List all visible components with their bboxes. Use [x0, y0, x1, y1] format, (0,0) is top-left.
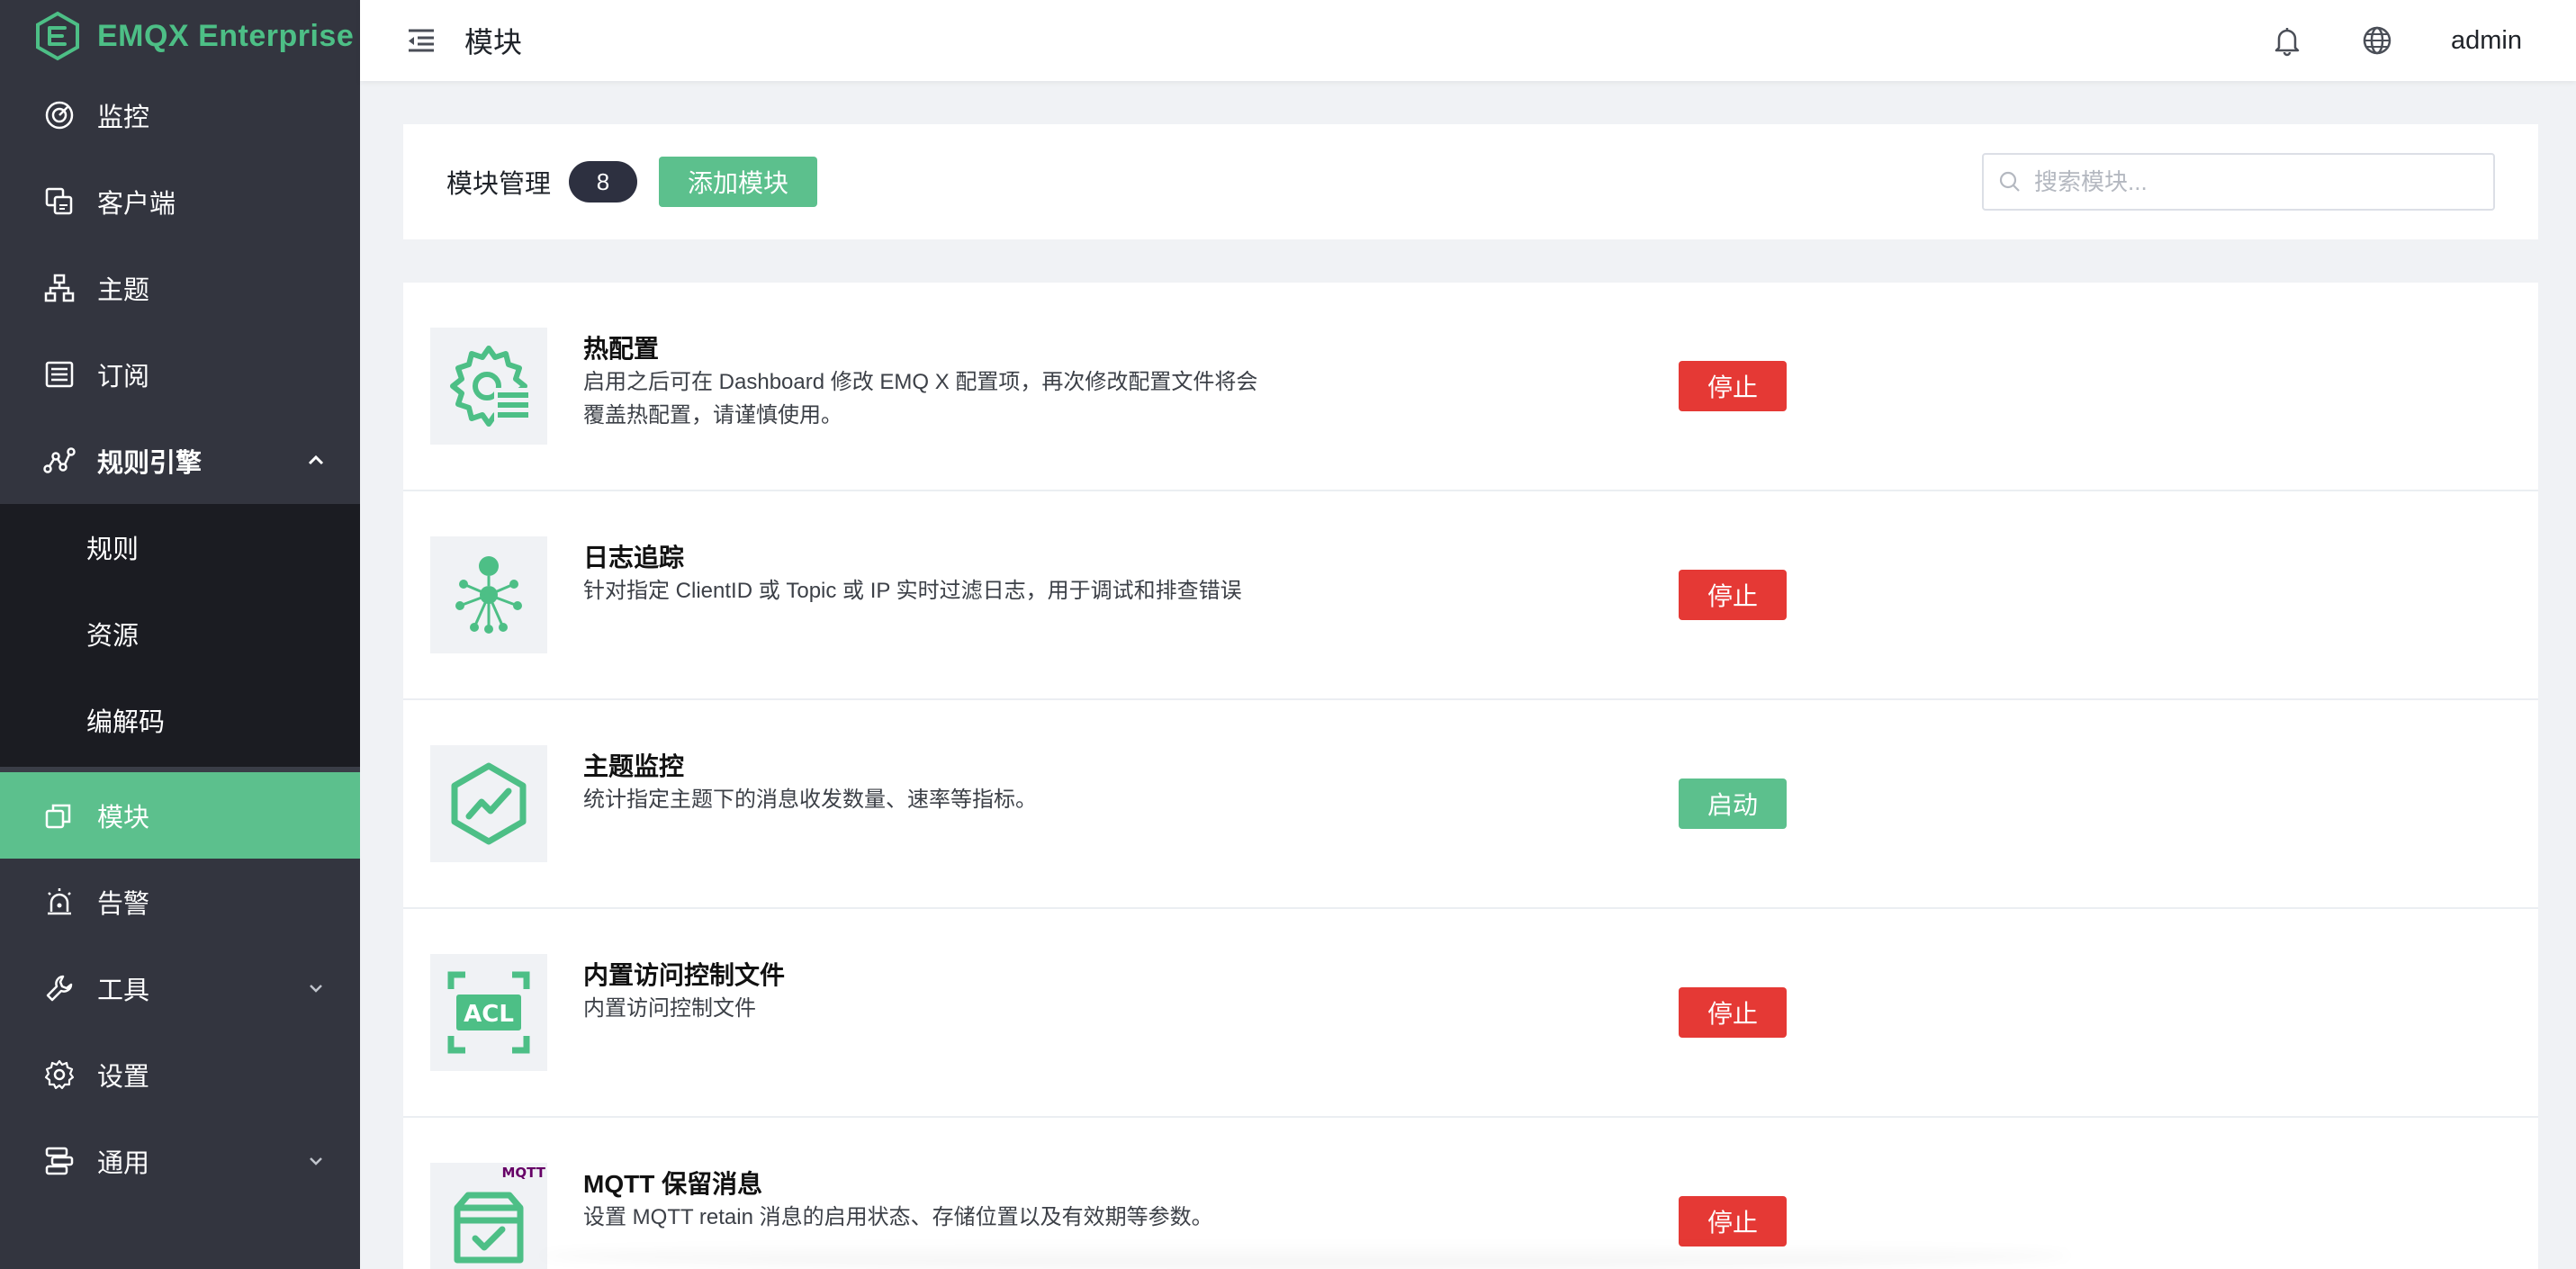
sidebar-item-label: 监控	[97, 104, 150, 132]
sidebar-item-tools[interactable]: 工具	[0, 945, 360, 1031]
module-description: 统计指定主题下的消息收发数量、速率等指标。	[583, 788, 1037, 812]
gear-icon	[43, 1058, 76, 1091]
sidebar-item-label: 设置	[97, 1063, 150, 1092]
sidebar-item-modules[interactable]: 模块	[0, 772, 360, 859]
sidebar-nav-lower: 模块 告警 工具 设置 通用	[0, 772, 360, 1204]
acl-icon-text: ACL	[464, 1001, 514, 1028]
submenu-item-codec[interactable]: 编解码	[0, 677, 360, 763]
clients-icon	[43, 185, 76, 218]
module-stop-button[interactable]: 停止	[1679, 987, 1787, 1038]
collapse-menu-icon[interactable]	[405, 24, 437, 57]
sidebar-item-settings[interactable]: 设置	[0, 1031, 360, 1118]
dashboard-gauge-icon	[43, 99, 76, 131]
chevron-down-icon	[310, 985, 322, 993]
sidebar-nav: 监控 客户端 主题 订阅 规则引擎	[0, 72, 360, 504]
submenu-item-rules[interactable]: 规则	[0, 504, 360, 590]
rule-engine-icon	[43, 445, 76, 477]
sidebar-item-label: 订阅	[97, 363, 150, 392]
sidebar-item-rule-engine[interactable]: 规则引擎	[0, 418, 360, 504]
module-row-hot-config: 热配置 启用之后可在 Dashboard 修改 EMQ X 配置项，再次修改配置…	[403, 283, 2538, 491]
add-module-button[interactable]: 添加模块	[659, 157, 818, 207]
mqtt-logo-text: MQTT	[502, 1165, 546, 1181]
top-header: 模块 admin	[360, 0, 2576, 81]
module-description: 启用之后可在 Dashboard 修改 EMQ X 配置项，再次修改配置文件将会…	[583, 370, 1258, 428]
sidebar-item-label: 通用	[97, 1149, 150, 1178]
sidebar-item-label: 主题	[97, 276, 150, 305]
sidebar-item-label: 客户端	[97, 190, 176, 219]
page-title: 模块	[464, 26, 523, 58]
module-row-acl-file: ACL 内置访问控制文件 内置访问控制文件 停止	[403, 909, 2538, 1118]
hot-config-gear-icon	[430, 328, 547, 445]
wrench-icon	[43, 972, 76, 1004]
module-name: MQTT 保留消息	[583, 1170, 763, 1198]
scroll-shadow	[540, 1242, 2070, 1269]
module-stop-button[interactable]: 停止	[1679, 570, 1787, 620]
general-icon	[43, 1145, 76, 1177]
modules-management-label: 模块管理	[446, 170, 552, 199]
module-name: 日志追踪	[583, 544, 685, 572]
modules-toolbar: 模块管理 8 添加模块	[403, 124, 2538, 239]
brand[interactable]: EMQX Enterprise	[0, 0, 360, 72]
module-name: 内置访问控制文件	[583, 961, 786, 989]
module-row-topic-monitor: 主题监控 统计指定主题下的消息收发数量、速率等指标。 启动	[403, 700, 2538, 909]
sidebar: EMQX Enterprise 监控 客户端 主题 订阅 规则引擎 规则 资源 …	[0, 0, 360, 1269]
module-row-log-trace: 日志追踪 针对指定 ClientID 或 Topic 或 IP 实时过滤日志，用…	[403, 491, 2538, 700]
topic-monitor-hexagon-icon	[430, 745, 547, 862]
sidebar-item-general[interactable]: 通用	[0, 1118, 360, 1204]
sidebar-item-monitor[interactable]: 监控	[0, 72, 360, 158]
alarm-icon	[43, 886, 76, 918]
user-menu[interactable]: admin	[2451, 26, 2522, 56]
header-actions: admin	[2271, 0, 2522, 81]
submenu-item-resources[interactable]: 资源	[0, 590, 360, 677]
submenu-divider	[0, 763, 360, 772]
module-name: 热配置	[583, 335, 660, 363]
sidebar-item-clients[interactable]: 客户端	[0, 158, 360, 245]
module-description: 内置访问控制文件	[583, 996, 756, 1021]
search-box[interactable]	[1982, 153, 2495, 211]
chevron-down-icon	[310, 1157, 322, 1166]
module-start-button[interactable]: 启动	[1679, 778, 1787, 829]
sidebar-item-alarms[interactable]: 告警	[0, 859, 360, 945]
sidebar-item-label: 工具	[97, 976, 150, 1005]
module-description: 针对指定 ClientID 或 Topic 或 IP 实时过滤日志，用于调试和排…	[583, 579, 1242, 603]
module-stop-button[interactable]: 停止	[1679, 361, 1787, 411]
subscriptions-list-icon	[43, 358, 76, 391]
log-trace-network-icon	[430, 536, 547, 653]
module-name: 主题监控	[583, 752, 685, 780]
modules-count-badge: 8	[569, 161, 638, 202]
module-description: 设置 MQTT retain 消息的启用状态、存储位置以及有效期等参数。	[583, 1205, 1213, 1229]
sidebar-item-topics[interactable]: 主题	[0, 245, 360, 331]
brand-name: EMQX Enterprise	[97, 18, 355, 53]
chevron-up-icon	[308, 454, 324, 465]
mqtt-retain-box-icon: MQTT	[430, 1163, 547, 1269]
topic-tree-icon	[43, 272, 76, 304]
sidebar-item-label: 告警	[97, 890, 150, 919]
sidebar-item-subscriptions[interactable]: 订阅	[0, 331, 360, 418]
module-stop-button[interactable]: 停止	[1679, 1196, 1787, 1246]
search-input[interactable]	[2034, 167, 2466, 196]
emqx-logo-icon	[36, 11, 79, 61]
globe-language-icon[interactable]	[2361, 24, 2393, 57]
sidebar-item-label: 规则引擎	[97, 449, 203, 478]
search-icon	[1999, 171, 2020, 192]
bell-icon[interactable]	[2271, 24, 2303, 57]
modules-icon	[43, 799, 76, 832]
rule-engine-submenu: 规则 资源 编解码	[0, 504, 360, 763]
sidebar-item-label: 模块	[97, 804, 150, 832]
acl-icon: ACL	[430, 954, 547, 1071]
modules-list: 热配置 启用之后可在 Dashboard 修改 EMQ X 配置项，再次修改配置…	[403, 283, 2538, 1269]
